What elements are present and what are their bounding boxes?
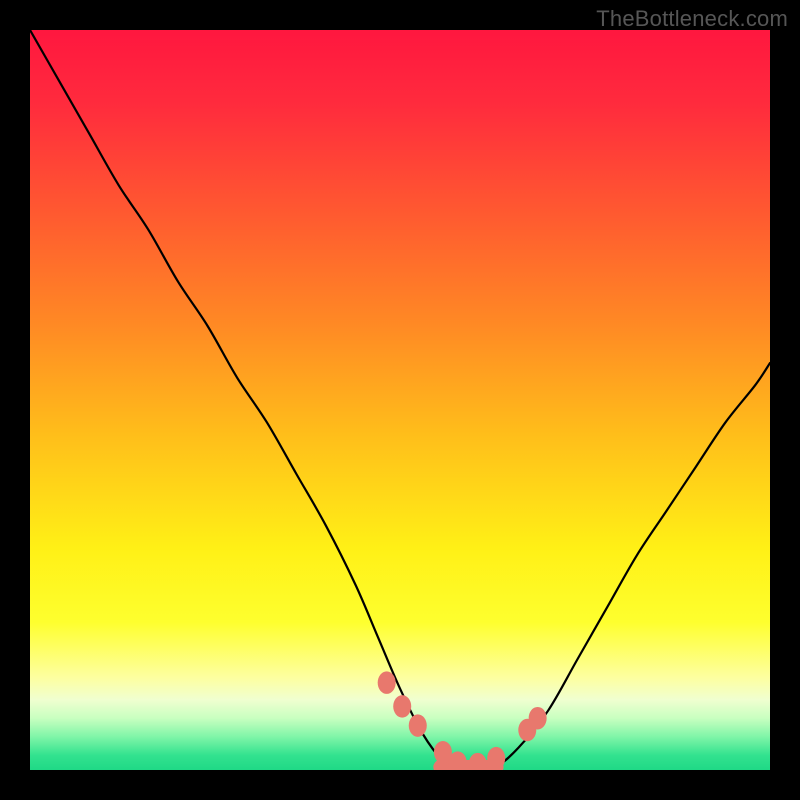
curve-marker: [487, 747, 505, 770]
curve-marker: [393, 695, 411, 718]
curve-marker: [409, 714, 427, 737]
plot-area: [30, 30, 770, 770]
bottleneck-curve: [30, 30, 770, 770]
curve-marker: [529, 707, 547, 730]
curve-marker: [378, 671, 396, 694]
curve-marker: [469, 753, 487, 770]
watermark-text: TheBottleneck.com: [596, 6, 788, 32]
valley-markers: [378, 671, 547, 770]
outer-black-frame: TheBottleneck.com: [0, 0, 800, 800]
